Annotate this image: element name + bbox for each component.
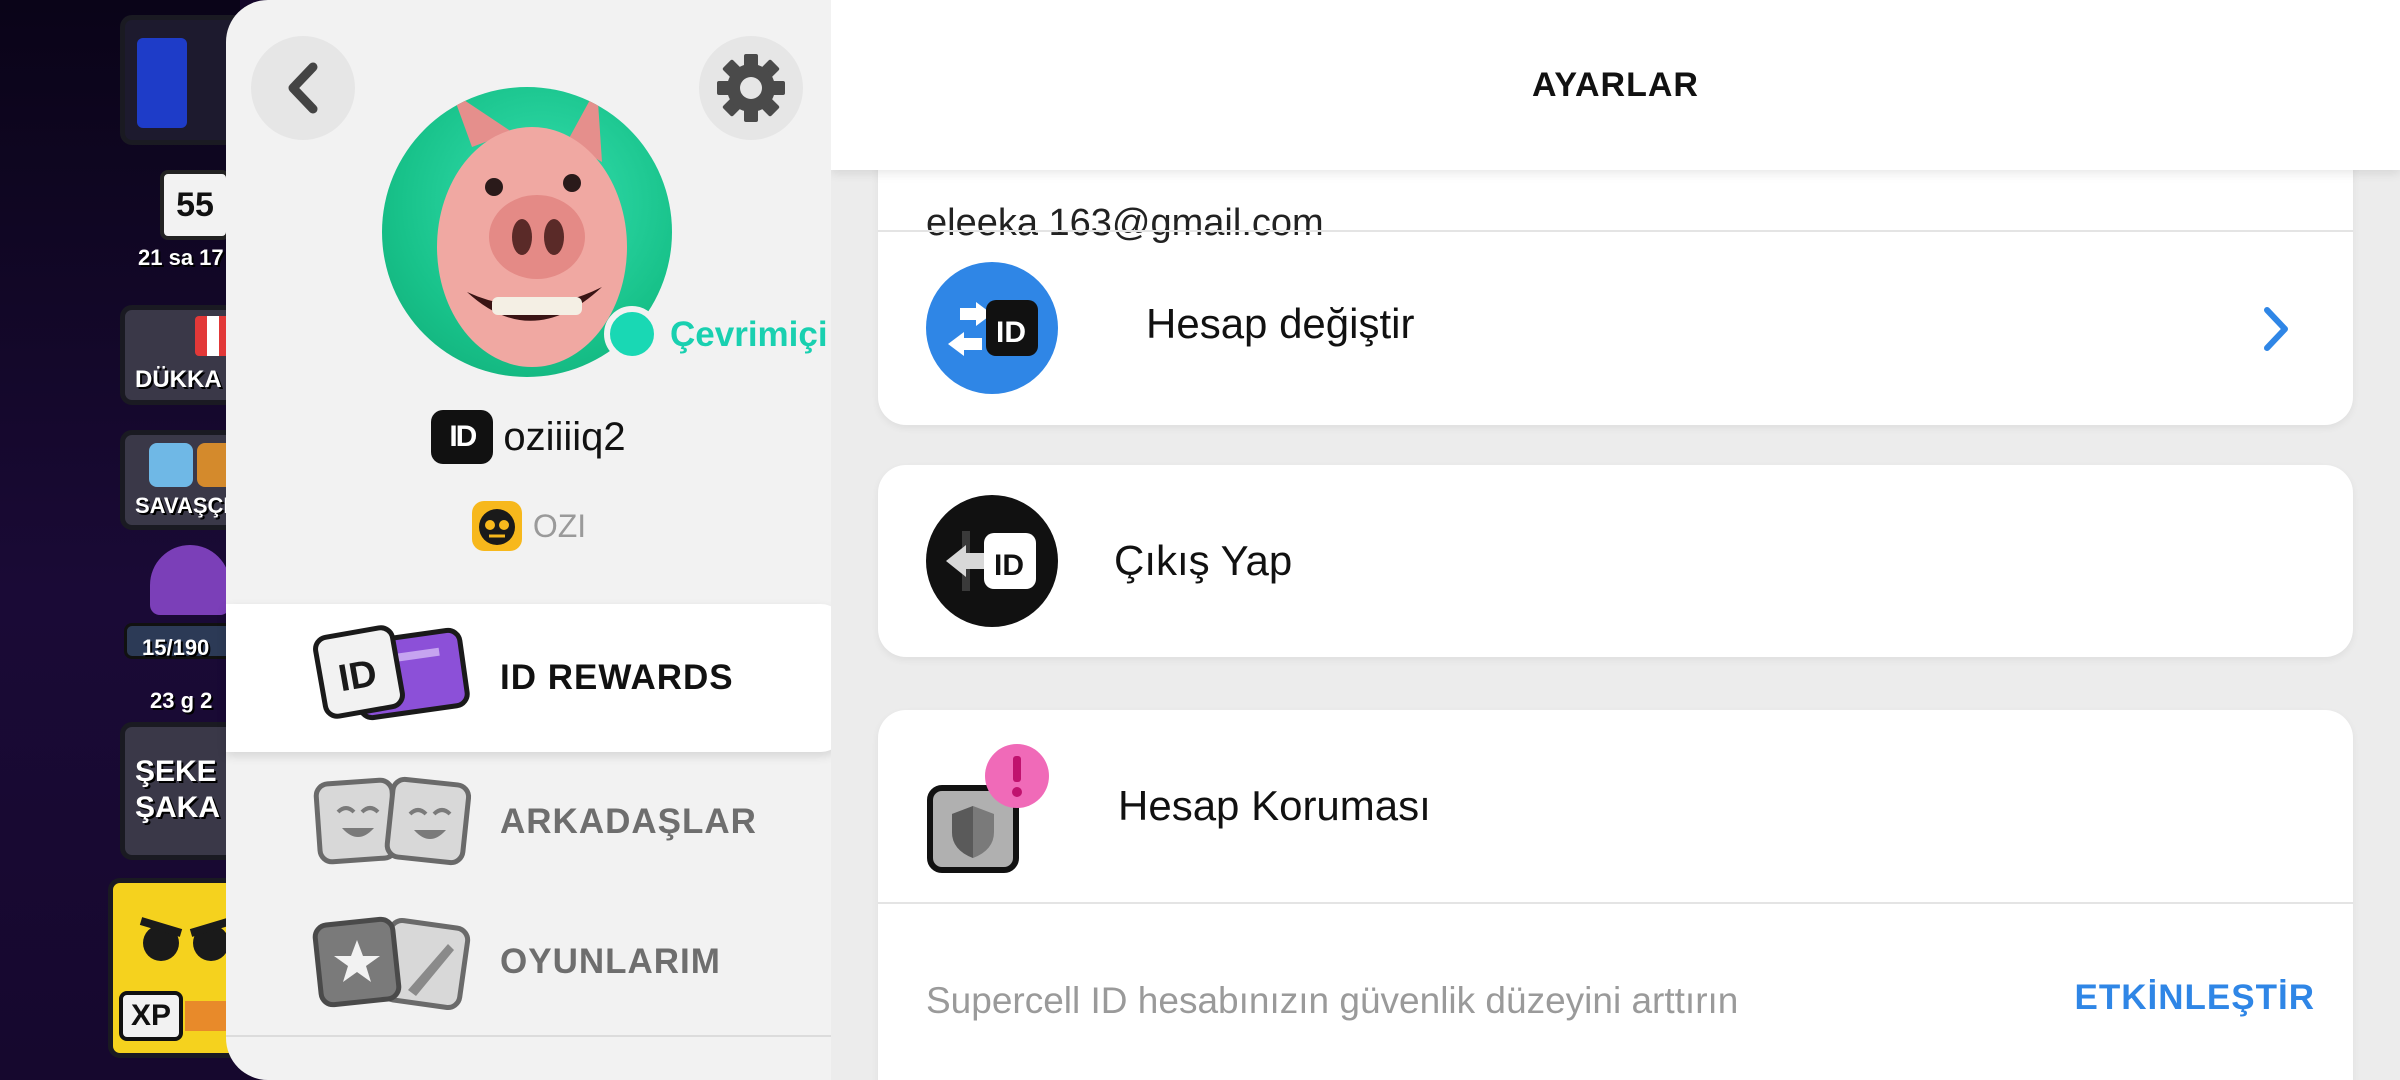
brawler-portrait [150,545,230,615]
logout-arrow-icon: ID [946,531,1036,591]
settings-button[interactable] [699,36,803,140]
divider [878,902,2353,904]
event-timer-2: 23 g 2 [150,688,213,713]
settings-header: AYARLAR [831,0,2400,170]
back-button[interactable] [251,36,355,140]
brawler-icon [149,443,193,487]
protection-row[interactable]: Hesap Koruması [878,710,2353,902]
protection-card: Hesap Koruması Supercell ID hesabınızın … [878,710,2353,1080]
friends-icon [313,776,472,866]
gear-icon [717,54,785,122]
page-title: AYARLAR [1532,65,1699,104]
chevron-right-icon [2264,307,2288,351]
logout-card[interactable]: ID Çıkış Yap [878,465,2353,657]
menu-friends[interactable]: ARKADAŞLAR [226,752,831,892]
protection-hint: Supercell ID hesabınızın güvenlik düzeyi… [926,980,1739,1021]
brawl-pass-tile[interactable]: XP [108,878,240,1058]
menu-id-rewards[interactable]: ID ID REWARDS [226,604,843,752]
event-label-line1: ŞEKE [135,755,217,788]
games-icon [312,916,471,1010]
menu-label: ID REWARDS [500,658,734,697]
trophy-road-tile[interactable]: 15/190 [120,545,240,665]
brawl-stars-icon [471,501,522,551]
menu-label: ARKADAŞLAR [500,802,757,841]
username-row: ID oziiiiq2 [226,410,831,464]
shield-icon [927,744,1049,873]
shop-label: DÜKKA [135,366,222,393]
enable-protection-button[interactable]: ETKİNLEŞTİR [2075,978,2315,1018]
event-label-line2: ŞAKA [135,791,221,824]
switch-account-icon: ID [926,262,1058,394]
club-row: OZI [226,500,831,552]
settings-view: AYARLAR eleeka 163@gmail.com ID Hesap de… [831,0,2400,1080]
id-icon-text: ID [996,316,1026,349]
calendar-icon: 55 [160,170,230,240]
online-status-label: Çevrimiçi [670,315,828,354]
protection-label: Hesap Koruması [1118,782,1431,829]
game-mode-thumbnail [137,38,187,128]
brawlers-tile[interactable]: SAVAŞÇI [120,430,240,530]
online-status-dot [604,306,660,362]
event-tile[interactable]: ŞEKE ŞAKA [120,722,240,860]
logout-icon: ID [926,495,1058,627]
brawlers-label: SAVAŞÇI [135,493,230,518]
brawl-pass-skull-icon [139,917,233,961]
trophy-progress: 15/190 [142,635,210,660]
id-rewards-icon: ID [313,625,470,721]
chevron-left-icon [288,62,318,114]
game-mode-tile[interactable] [120,15,240,145]
menu-label: OYUNLARIM [500,942,721,981]
club-name: OZI [532,507,587,544]
id-icon-text: ID [994,549,1024,582]
event-timer: 21 sa 17 [138,245,224,270]
supercell-id-icon: ID [431,410,494,464]
switch-arrows-icon: ID [948,300,1038,356]
xp-badge: XP [119,991,183,1041]
profile-panel: Çevrimiçi ID oziiiiq2 OZI ID ID REWARDS [226,0,843,1080]
svg-text:ID: ID [335,652,380,700]
logout-label: Çıkış Yap [1114,537,1293,584]
divider [226,1035,831,1037]
switch-account-row[interactable]: ID Hesap değiştir [878,232,2353,425]
menu-my-games[interactable]: OYUNLARIM [226,892,831,1032]
event-calendar-tile[interactable]: 55 21 sa 17 [120,170,240,275]
shop-tile[interactable]: DÜKKA [120,305,240,405]
switch-account-label: Hesap değiştir [1146,300,1415,347]
game-background: 55 21 sa 17 DÜKKA SAVAŞÇI 15/190 23 g 2 … [0,0,240,1080]
username: oziiiiq2 [503,414,626,459]
